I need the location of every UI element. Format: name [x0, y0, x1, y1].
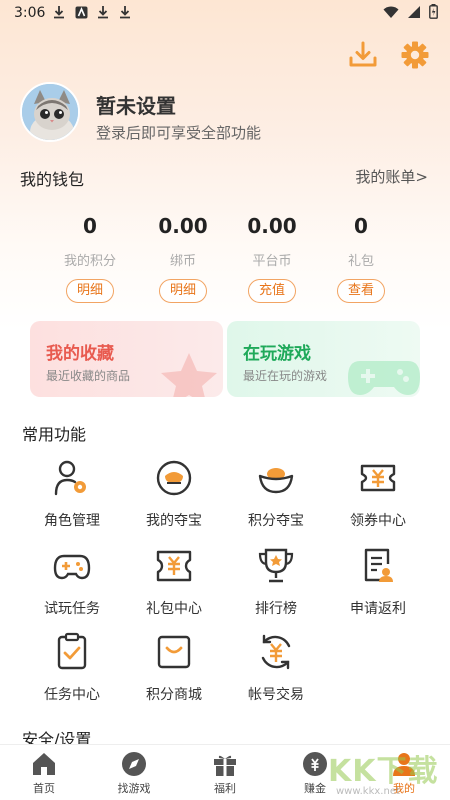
function-label: 任务中心: [44, 687, 100, 703]
stat-points: 0 我的积分 明细: [40, 214, 140, 303]
stat-gift-pack: 0 礼包 查看: [311, 214, 411, 303]
download-notification-icon: [52, 4, 66, 20]
status-bar: 3:06: [0, 0, 450, 26]
coupon-icon: [358, 458, 398, 498]
stat-bound-coin: 0.00 绑币 明细: [133, 214, 233, 303]
stat-label: 绑币: [169, 254, 196, 269]
function-label: 排行榜: [255, 601, 297, 617]
function-apply-rebate[interactable]: 申请返利: [328, 546, 428, 618]
wallet-title: 我的钱包: [20, 170, 85, 189]
function-points-mall[interactable]: 积分商城: [124, 632, 224, 704]
recharge-button[interactable]: 充值: [248, 279, 296, 303]
playing-games-card[interactable]: 在玩游戏 最近在玩的游戏: [227, 321, 420, 397]
download-manager-icon[interactable]: [348, 40, 378, 70]
stat-label: 我的积分: [63, 254, 116, 269]
nav-label: 找游戏: [117, 782, 151, 795]
function-account-trade[interactable]: 帐号交易: [226, 632, 326, 704]
signal-icon: [407, 4, 421, 23]
nav-label: 福利: [214, 782, 236, 795]
nav-home[interactable]: 首页: [14, 751, 74, 796]
my-bill-link[interactable]: 我的账单>: [355, 166, 428, 187]
task-check-icon: [52, 632, 92, 672]
star-icon: [157, 349, 221, 397]
favorites-card-title: 我的收藏: [46, 344, 114, 364]
settings-gear-icon[interactable]: [400, 40, 430, 70]
function-role-management[interactable]: 角色管理: [22, 458, 122, 530]
app-notification-icon: [74, 4, 88, 20]
shop-bag-icon: [154, 632, 194, 672]
download-notification-icon: [118, 4, 132, 20]
playing-card-title: 在玩游戏: [243, 344, 311, 364]
stat-value: 0: [354, 214, 368, 238]
trophy-icon: [256, 546, 296, 586]
compass-icon: [121, 751, 147, 777]
gift-ticket-icon: [154, 546, 194, 586]
function-trial-tasks[interactable]: 试玩任务: [22, 546, 122, 618]
stat-value: 0.00: [158, 214, 208, 238]
treasure-coin-icon: [154, 458, 194, 498]
function-label: 申请返利: [350, 601, 406, 617]
function-label: 试玩任务: [44, 601, 100, 617]
watermark-url: www.kkx.net: [336, 786, 400, 797]
function-points-treasure[interactable]: 积分夺宝: [226, 458, 326, 530]
bound-coin-detail-button[interactable]: 明细: [159, 279, 207, 303]
nav-welfare[interactable]: 福利: [195, 751, 255, 796]
common-functions-title: 常用功能: [22, 425, 87, 444]
function-task-center[interactable]: 任务中心: [22, 632, 122, 704]
money-bag-icon: [302, 751, 328, 777]
role-icon: [52, 458, 92, 498]
login-hint: 登录后即可享受全部功能: [96, 124, 262, 142]
account-trade-icon: [256, 632, 296, 672]
function-label: 帐号交易: [248, 687, 304, 703]
favorites-card-subtitle: 最近收藏的商品: [46, 369, 131, 383]
rebate-doc-icon: [358, 546, 398, 586]
gamepad-icon: [52, 546, 92, 586]
function-label: 礼包中心: [146, 601, 202, 617]
nav-label: 首页: [33, 782, 55, 795]
gamepad-icon: [346, 355, 420, 397]
gift-icon: [212, 751, 238, 777]
stat-value: 0.00: [247, 214, 297, 238]
home-icon: [31, 751, 57, 777]
stat-value: 0: [83, 214, 97, 238]
wifi-icon: [383, 4, 399, 23]
battery-icon: [429, 4, 438, 23]
function-my-treasure[interactable]: 我的夺宝: [124, 458, 224, 530]
gift-view-button[interactable]: 查看: [337, 279, 385, 303]
function-label: 角色管理: [44, 513, 100, 529]
stat-label: 平台币: [252, 254, 292, 269]
status-time: 3:06: [14, 5, 46, 21]
username[interactable]: 暂未设置: [96, 90, 176, 119]
points-detail-button[interactable]: 明细: [66, 279, 114, 303]
function-label: 领券中心: [350, 513, 406, 529]
wallet-stats: 0 我的积分 明细 0.00 绑币 明细 0.00 平台币 充值 0 礼包 查看: [0, 214, 450, 304]
download-notification-icon: [96, 4, 110, 20]
nav-find-games[interactable]: 找游戏: [104, 751, 164, 796]
watermark: KK下载: [328, 754, 439, 789]
function-label: 我的夺宝: [146, 513, 202, 529]
function-leaderboard[interactable]: 排行榜: [226, 546, 326, 618]
stat-platform-coin: 0.00 平台币 充值: [222, 214, 322, 303]
stat-label: 礼包: [347, 254, 374, 269]
ingot-icon: [256, 458, 296, 498]
favorites-card[interactable]: 我的收藏 最近收藏的商品: [30, 321, 223, 397]
avatar[interactable]: [20, 82, 80, 142]
function-label: 积分商城: [146, 687, 202, 703]
function-coupon-center[interactable]: 领券中心: [328, 458, 428, 530]
function-label: 积分夺宝: [248, 513, 304, 529]
playing-card-subtitle: 最近在玩的游戏: [243, 369, 328, 383]
function-gift-center[interactable]: 礼包中心: [124, 546, 224, 618]
